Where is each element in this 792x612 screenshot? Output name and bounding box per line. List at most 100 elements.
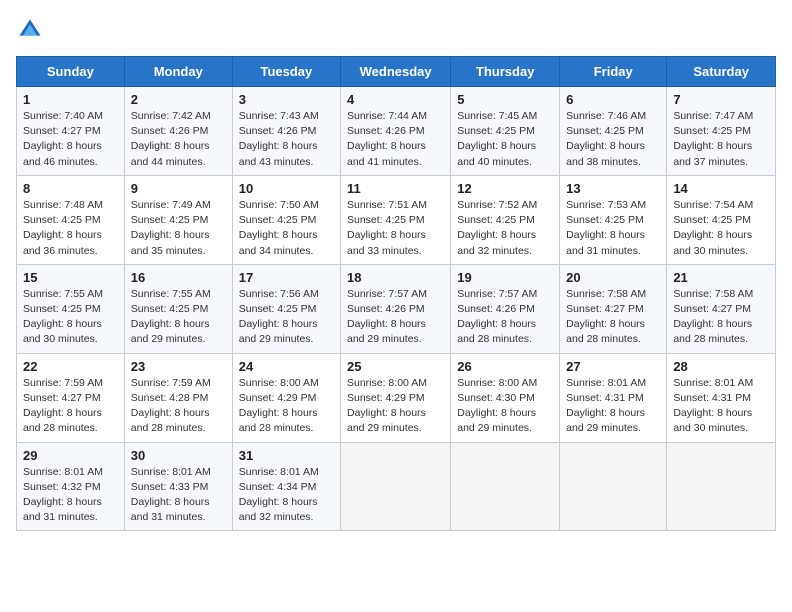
day-number: 26 bbox=[457, 359, 553, 374]
day-number: 30 bbox=[131, 448, 226, 463]
calendar-cell: 1 Sunrise: 7:40 AMSunset: 4:27 PMDayligh… bbox=[17, 87, 125, 176]
day-info: Sunrise: 7:49 AMSunset: 4:25 PMDaylight:… bbox=[131, 198, 226, 259]
day-info: Sunrise: 8:00 AMSunset: 4:29 PMDaylight:… bbox=[347, 376, 444, 437]
day-info: Sunrise: 8:01 AMSunset: 4:33 PMDaylight:… bbox=[131, 465, 226, 526]
calendar-cell: 30 Sunrise: 8:01 AMSunset: 4:33 PMDaylig… bbox=[124, 442, 232, 531]
day-number: 20 bbox=[566, 270, 660, 285]
day-number: 10 bbox=[239, 181, 334, 196]
day-info: Sunrise: 7:55 AMSunset: 4:25 PMDaylight:… bbox=[23, 287, 118, 348]
weekday-header-wednesday: Wednesday bbox=[341, 57, 451, 87]
calendar-cell: 28 Sunrise: 8:01 AMSunset: 4:31 PMDaylig… bbox=[667, 353, 776, 442]
day-info: Sunrise: 7:57 AMSunset: 4:26 PMDaylight:… bbox=[347, 287, 444, 348]
calendar-cell: 11 Sunrise: 7:51 AMSunset: 4:25 PMDaylig… bbox=[341, 175, 451, 264]
day-number: 13 bbox=[566, 181, 660, 196]
day-number: 31 bbox=[239, 448, 334, 463]
day-number: 4 bbox=[347, 92, 444, 107]
day-info: Sunrise: 8:01 AMSunset: 4:34 PMDaylight:… bbox=[239, 465, 334, 526]
calendar-week-3: 15 Sunrise: 7:55 AMSunset: 4:25 PMDaylig… bbox=[17, 264, 776, 353]
day-info: Sunrise: 7:51 AMSunset: 4:25 PMDaylight:… bbox=[347, 198, 444, 259]
day-info: Sunrise: 7:56 AMSunset: 4:25 PMDaylight:… bbox=[239, 287, 334, 348]
calendar-cell bbox=[667, 442, 776, 531]
day-number: 7 bbox=[673, 92, 769, 107]
calendar-cell: 29 Sunrise: 8:01 AMSunset: 4:32 PMDaylig… bbox=[17, 442, 125, 531]
day-number: 16 bbox=[131, 270, 226, 285]
weekday-header-thursday: Thursday bbox=[451, 57, 560, 87]
day-number: 9 bbox=[131, 181, 226, 196]
day-number: 15 bbox=[23, 270, 118, 285]
calendar-cell: 10 Sunrise: 7:50 AMSunset: 4:25 PMDaylig… bbox=[232, 175, 340, 264]
calendar-cell: 5 Sunrise: 7:45 AMSunset: 4:25 PMDayligh… bbox=[451, 87, 560, 176]
calendar-cell: 9 Sunrise: 7:49 AMSunset: 4:25 PMDayligh… bbox=[124, 175, 232, 264]
day-number: 1 bbox=[23, 92, 118, 107]
calendar-cell: 13 Sunrise: 7:53 AMSunset: 4:25 PMDaylig… bbox=[560, 175, 667, 264]
calendar-cell: 8 Sunrise: 7:48 AMSunset: 4:25 PMDayligh… bbox=[17, 175, 125, 264]
calendar-cell: 3 Sunrise: 7:43 AMSunset: 4:26 PMDayligh… bbox=[232, 87, 340, 176]
calendar-cell bbox=[451, 442, 560, 531]
calendar-cell: 6 Sunrise: 7:46 AMSunset: 4:25 PMDayligh… bbox=[560, 87, 667, 176]
calendar-cell: 17 Sunrise: 7:56 AMSunset: 4:25 PMDaylig… bbox=[232, 264, 340, 353]
calendar-cell: 19 Sunrise: 7:57 AMSunset: 4:26 PMDaylig… bbox=[451, 264, 560, 353]
day-info: Sunrise: 7:59 AMSunset: 4:28 PMDaylight:… bbox=[131, 376, 226, 437]
weekday-header-saturday: Saturday bbox=[667, 57, 776, 87]
calendar-cell: 4 Sunrise: 7:44 AMSunset: 4:26 PMDayligh… bbox=[341, 87, 451, 176]
page-header bbox=[16, 16, 776, 44]
calendar-cell: 22 Sunrise: 7:59 AMSunset: 4:27 PMDaylig… bbox=[17, 353, 125, 442]
day-number: 21 bbox=[673, 270, 769, 285]
calendar-week-2: 8 Sunrise: 7:48 AMSunset: 4:25 PMDayligh… bbox=[17, 175, 776, 264]
day-info: Sunrise: 8:01 AMSunset: 4:32 PMDaylight:… bbox=[23, 465, 118, 526]
day-info: Sunrise: 7:52 AMSunset: 4:25 PMDaylight:… bbox=[457, 198, 553, 259]
calendar-week-1: 1 Sunrise: 7:40 AMSunset: 4:27 PMDayligh… bbox=[17, 87, 776, 176]
day-number: 8 bbox=[23, 181, 118, 196]
day-info: Sunrise: 7:40 AMSunset: 4:27 PMDaylight:… bbox=[23, 109, 118, 170]
day-number: 27 bbox=[566, 359, 660, 374]
calendar-cell bbox=[560, 442, 667, 531]
day-number: 6 bbox=[566, 92, 660, 107]
day-number: 22 bbox=[23, 359, 118, 374]
calendar-cell: 12 Sunrise: 7:52 AMSunset: 4:25 PMDaylig… bbox=[451, 175, 560, 264]
day-number: 28 bbox=[673, 359, 769, 374]
day-number: 25 bbox=[347, 359, 444, 374]
weekday-header-sunday: Sunday bbox=[17, 57, 125, 87]
day-number: 17 bbox=[239, 270, 334, 285]
calendar-week-4: 22 Sunrise: 7:59 AMSunset: 4:27 PMDaylig… bbox=[17, 353, 776, 442]
day-number: 18 bbox=[347, 270, 444, 285]
day-info: Sunrise: 7:46 AMSunset: 4:25 PMDaylight:… bbox=[566, 109, 660, 170]
calendar-cell: 20 Sunrise: 7:58 AMSunset: 4:27 PMDaylig… bbox=[560, 264, 667, 353]
day-info: Sunrise: 7:53 AMSunset: 4:25 PMDaylight:… bbox=[566, 198, 660, 259]
day-info: Sunrise: 7:44 AMSunset: 4:26 PMDaylight:… bbox=[347, 109, 444, 170]
day-info: Sunrise: 7:55 AMSunset: 4:25 PMDaylight:… bbox=[131, 287, 226, 348]
calendar-cell: 25 Sunrise: 8:00 AMSunset: 4:29 PMDaylig… bbox=[341, 353, 451, 442]
day-info: Sunrise: 8:00 AMSunset: 4:29 PMDaylight:… bbox=[239, 376, 334, 437]
logo bbox=[16, 16, 48, 44]
calendar-cell: 14 Sunrise: 7:54 AMSunset: 4:25 PMDaylig… bbox=[667, 175, 776, 264]
day-number: 5 bbox=[457, 92, 553, 107]
weekday-header-monday: Monday bbox=[124, 57, 232, 87]
day-info: Sunrise: 7:50 AMSunset: 4:25 PMDaylight:… bbox=[239, 198, 334, 259]
day-info: Sunrise: 7:48 AMSunset: 4:25 PMDaylight:… bbox=[23, 198, 118, 259]
day-number: 3 bbox=[239, 92, 334, 107]
calendar-cell: 2 Sunrise: 7:42 AMSunset: 4:26 PMDayligh… bbox=[124, 87, 232, 176]
day-number: 2 bbox=[131, 92, 226, 107]
day-info: Sunrise: 7:54 AMSunset: 4:25 PMDaylight:… bbox=[673, 198, 769, 259]
day-info: Sunrise: 7:42 AMSunset: 4:26 PMDaylight:… bbox=[131, 109, 226, 170]
calendar-cell: 24 Sunrise: 8:00 AMSunset: 4:29 PMDaylig… bbox=[232, 353, 340, 442]
calendar-week-5: 29 Sunrise: 8:01 AMSunset: 4:32 PMDaylig… bbox=[17, 442, 776, 531]
calendar-cell: 31 Sunrise: 8:01 AMSunset: 4:34 PMDaylig… bbox=[232, 442, 340, 531]
day-info: Sunrise: 7:57 AMSunset: 4:26 PMDaylight:… bbox=[457, 287, 553, 348]
calendar-cell bbox=[341, 442, 451, 531]
calendar-cell: 15 Sunrise: 7:55 AMSunset: 4:25 PMDaylig… bbox=[17, 264, 125, 353]
calendar-cell: 27 Sunrise: 8:01 AMSunset: 4:31 PMDaylig… bbox=[560, 353, 667, 442]
calendar-cell: 23 Sunrise: 7:59 AMSunset: 4:28 PMDaylig… bbox=[124, 353, 232, 442]
calendar-cell: 18 Sunrise: 7:57 AMSunset: 4:26 PMDaylig… bbox=[341, 264, 451, 353]
day-number: 14 bbox=[673, 181, 769, 196]
day-info: Sunrise: 8:01 AMSunset: 4:31 PMDaylight:… bbox=[673, 376, 769, 437]
day-info: Sunrise: 8:01 AMSunset: 4:31 PMDaylight:… bbox=[566, 376, 660, 437]
day-info: Sunrise: 7:58 AMSunset: 4:27 PMDaylight:… bbox=[566, 287, 660, 348]
weekday-header-friday: Friday bbox=[560, 57, 667, 87]
day-info: Sunrise: 7:58 AMSunset: 4:27 PMDaylight:… bbox=[673, 287, 769, 348]
calendar-cell: 16 Sunrise: 7:55 AMSunset: 4:25 PMDaylig… bbox=[124, 264, 232, 353]
calendar-table: SundayMondayTuesdayWednesdayThursdayFrid… bbox=[16, 56, 776, 531]
calendar-cell: 7 Sunrise: 7:47 AMSunset: 4:25 PMDayligh… bbox=[667, 87, 776, 176]
day-number: 23 bbox=[131, 359, 226, 374]
day-info: Sunrise: 7:43 AMSunset: 4:26 PMDaylight:… bbox=[239, 109, 334, 170]
